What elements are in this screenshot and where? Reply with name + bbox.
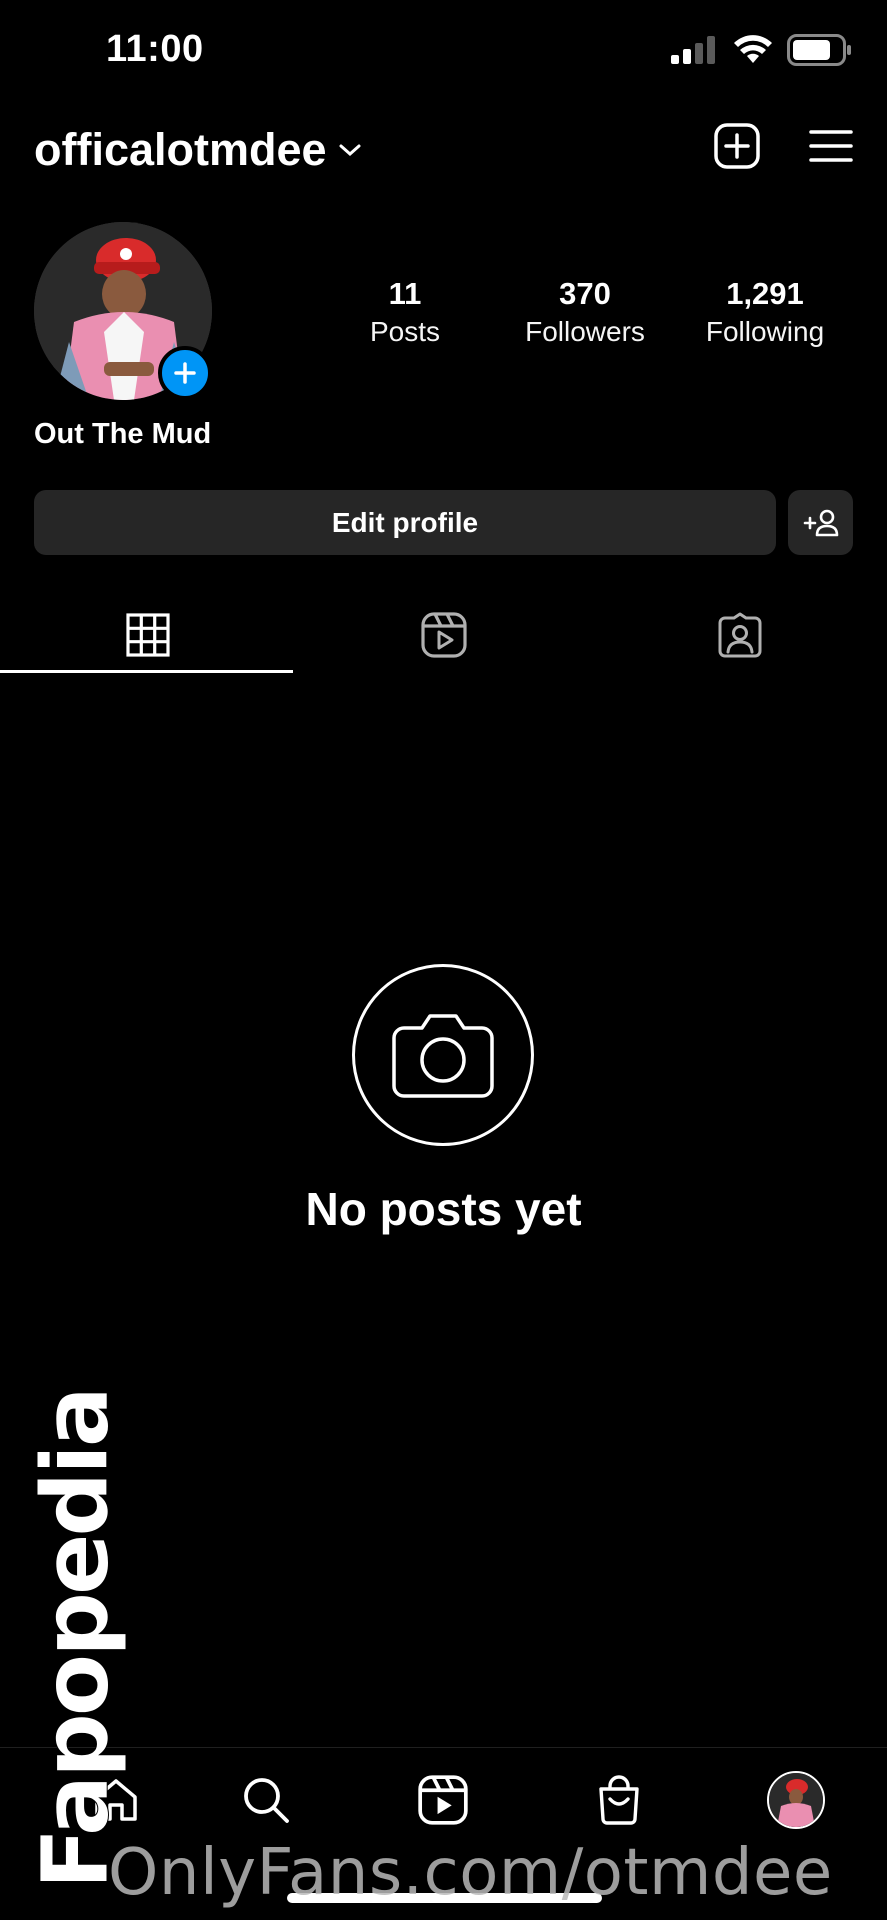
shop-icon xyxy=(599,1775,639,1825)
username: officalotmdee xyxy=(34,124,327,175)
status-time: 11:00 xyxy=(106,28,204,70)
watermark-side: Fapopedia xyxy=(22,1389,130,1890)
stat-posts[interactable]: 11 Posts xyxy=(340,276,470,350)
empty-state-text: No posts yet xyxy=(305,1183,582,1235)
stat-value: 1,291 xyxy=(726,276,804,311)
reels-icon xyxy=(420,612,467,658)
chevron-down-icon xyxy=(339,144,361,157)
nav-profile[interactable] xyxy=(766,1770,826,1830)
account-switcher[interactable]: officalotmdee xyxy=(34,124,363,176)
discover-people-button[interactable] xyxy=(788,490,853,555)
reels-icon xyxy=(418,1775,468,1825)
stat-value: 370 xyxy=(559,276,611,311)
empty-state-camera xyxy=(352,964,534,1146)
header-actions xyxy=(713,122,853,170)
add-person-icon xyxy=(803,509,838,536)
nav-search[interactable] xyxy=(236,1770,296,1830)
stat-value: 11 xyxy=(388,276,422,311)
wifi-icon xyxy=(734,35,772,63)
stat-label: Following xyxy=(705,316,825,347)
search-icon xyxy=(244,1778,289,1823)
signal-icon xyxy=(671,36,715,64)
tagged-icon xyxy=(718,612,761,658)
camera-icon xyxy=(392,1014,494,1098)
stat-label: Posts xyxy=(369,316,441,347)
nav-shop[interactable] xyxy=(589,1770,649,1830)
profile-avatar xyxy=(767,1771,825,1829)
profile-avatar-container[interactable] xyxy=(34,222,212,400)
plus-icon xyxy=(174,362,196,384)
add-story-button[interactable] xyxy=(158,346,212,400)
bottom-nav-divider xyxy=(0,1747,887,1748)
stat-followers[interactable]: 370 Followers xyxy=(520,276,650,350)
stat-following[interactable]: 1,291 Following xyxy=(700,276,830,350)
edit-profile-button[interactable]: Edit profile xyxy=(34,490,776,555)
status-icons xyxy=(671,34,853,66)
grid-icon xyxy=(125,613,170,657)
menu-icon[interactable] xyxy=(809,128,853,164)
tab-grid[interactable] xyxy=(0,598,295,672)
stat-label: Followers xyxy=(525,316,645,347)
battery-icon xyxy=(787,34,851,66)
tab-reels[interactable] xyxy=(296,598,591,672)
display-name: Out The Mud xyxy=(34,418,212,450)
watermark-url: OnlyFans.com/otmdee xyxy=(108,1836,833,1910)
nav-reels[interactable] xyxy=(413,1770,473,1830)
add-post-icon[interactable] xyxy=(713,122,761,170)
profile-stats: 11 Posts 370 Followers 1,291 Following xyxy=(340,276,830,350)
tab-tagged[interactable] xyxy=(592,598,887,672)
active-tab-indicator xyxy=(0,670,293,673)
